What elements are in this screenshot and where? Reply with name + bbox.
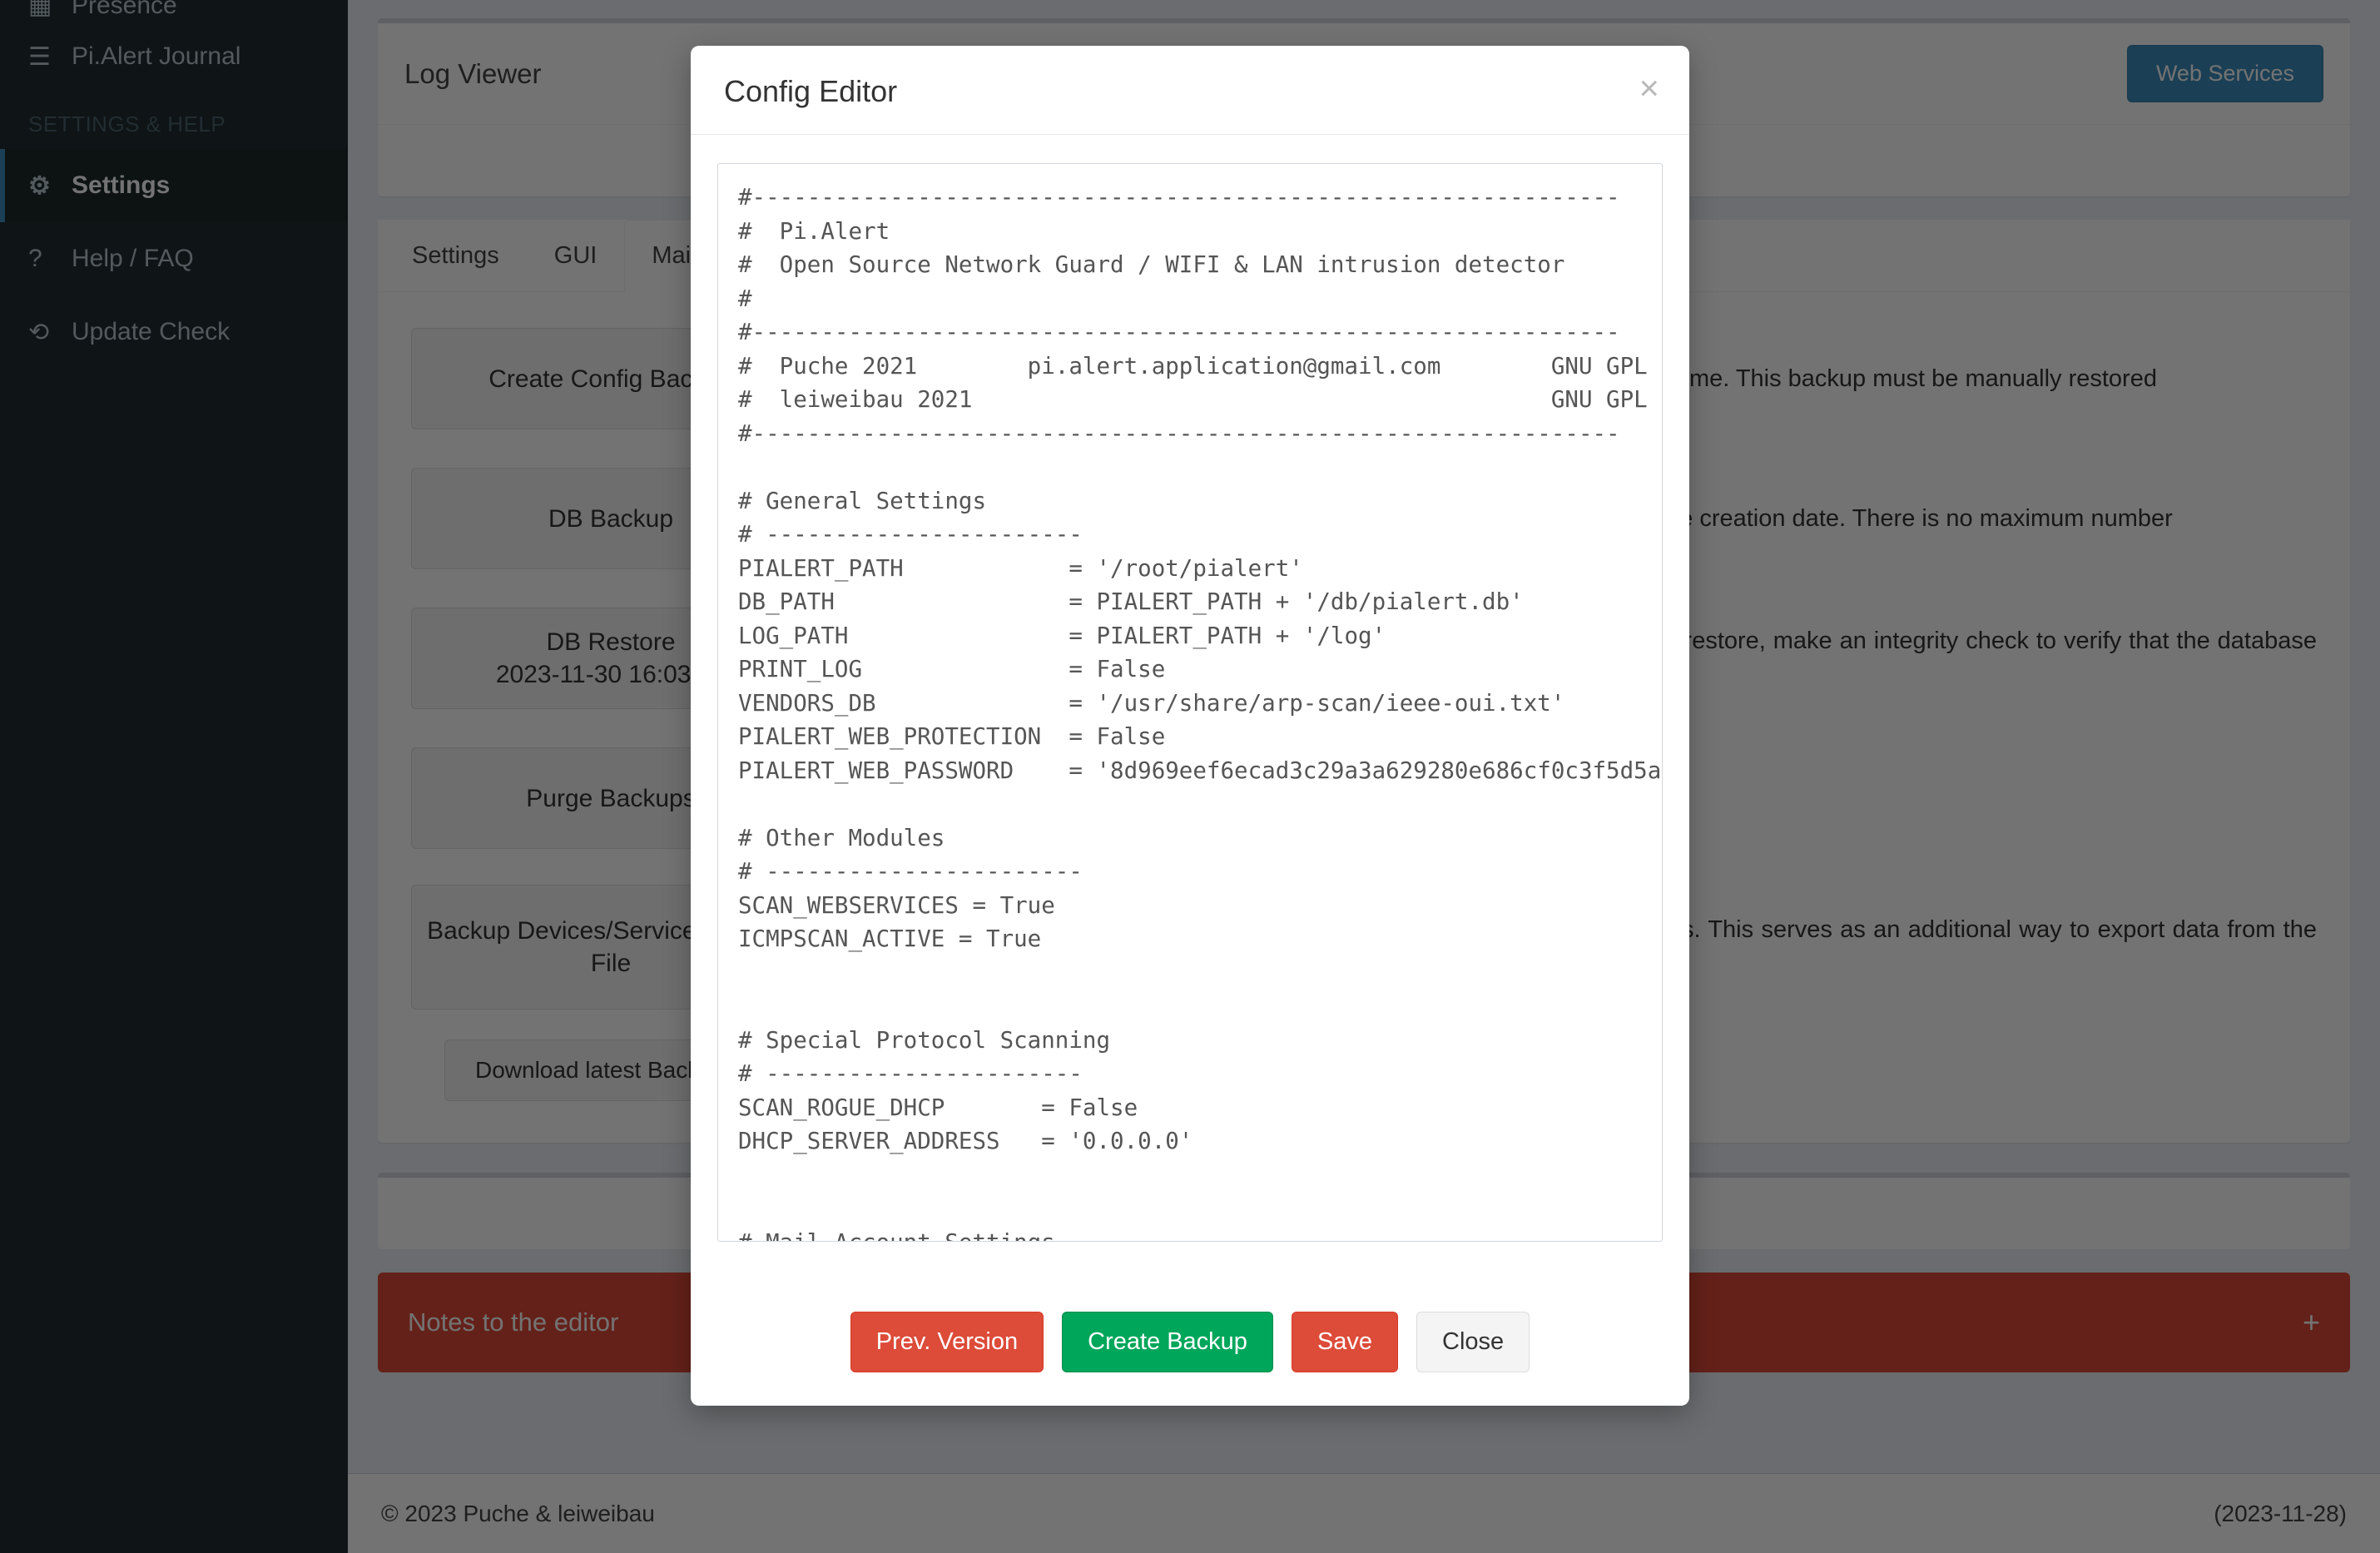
create-backup-button[interactable]: Create Backup bbox=[1062, 1312, 1273, 1372]
save-button[interactable]: Save bbox=[1292, 1312, 1398, 1372]
dialog-footer: Prev. Version Create Backup Save Close bbox=[691, 1290, 1689, 1406]
config-editor-dialog: Config Editor × Prev. Version Create Bac… bbox=[691, 46, 1689, 1406]
prev-version-button[interactable]: Prev. Version bbox=[850, 1312, 1044, 1372]
config-textarea[interactable] bbox=[717, 163, 1663, 1242]
close-icon[interactable]: × bbox=[1639, 71, 1659, 106]
close-button[interactable]: Close bbox=[1416, 1312, 1530, 1372]
dialog-header: Config Editor × bbox=[691, 46, 1689, 135]
dialog-title: Config Editor bbox=[724, 74, 1656, 109]
dialog-body bbox=[691, 135, 1689, 1290]
